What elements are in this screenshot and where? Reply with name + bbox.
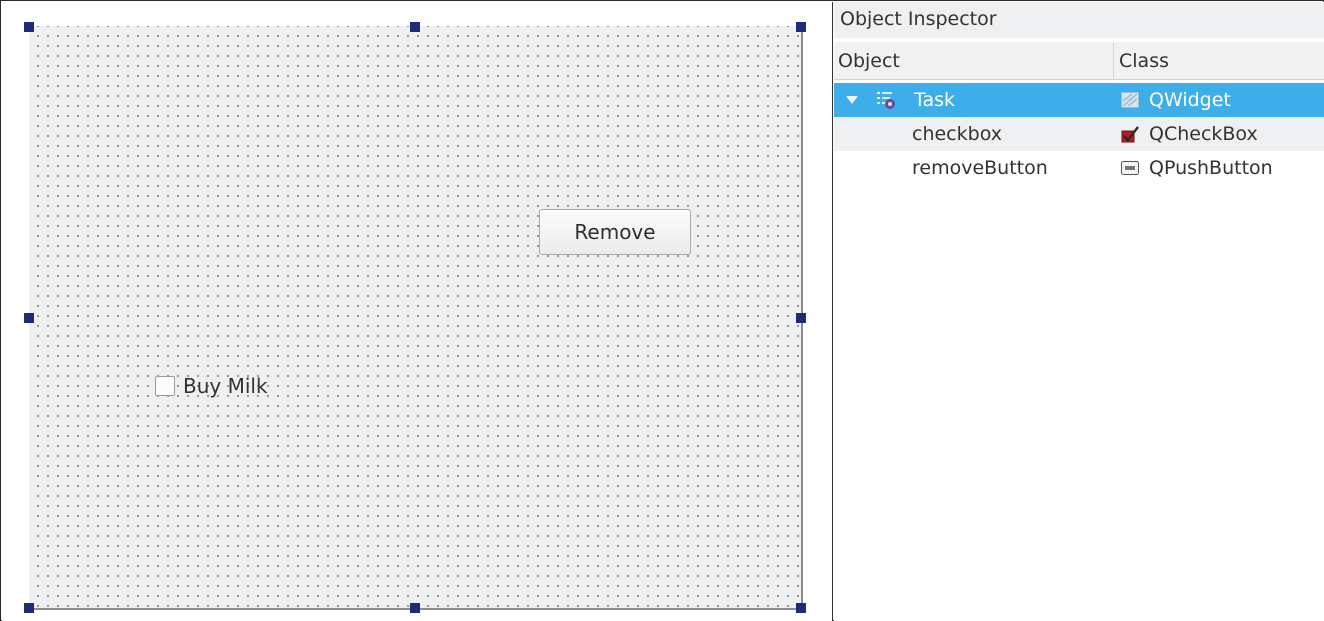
resize-handle-top-right[interactable] — [796, 22, 806, 32]
object-name: Task — [914, 89, 956, 111]
class-name: QPushButton — [1149, 157, 1273, 179]
widget-icon — [1121, 92, 1139, 108]
form-editor: Remove Buy Milk — [2, 2, 833, 621]
buy-milk-checkbox[interactable]: Buy Milk — [155, 372, 268, 400]
tree-row-task[interactable]: Task QWidget — [834, 83, 1324, 117]
resize-handle-right[interactable] — [796, 313, 806, 323]
resize-handle-bottom-right[interactable] — [796, 603, 806, 613]
resize-handle-top-left[interactable] — [24, 22, 34, 32]
checkbox-label: Buy Milk — [183, 374, 268, 398]
column-separator[interactable] — [1113, 42, 1114, 80]
column-header-class[interactable]: Class — [1119, 42, 1169, 80]
inspector-header: Object Class — [834, 42, 1324, 80]
object-inspector: Object Inspector Object Class Task QWidg… — [834, 2, 1324, 621]
column-header-object[interactable]: Object — [838, 42, 900, 80]
expand-arrow-icon[interactable] — [846, 96, 858, 104]
designer-window: Remove Buy Milk Object Inspector Object … — [0, 0, 1324, 621]
resize-handle-bottom[interactable] — [410, 603, 420, 613]
remove-button[interactable]: Remove — [539, 209, 691, 255]
resize-handle-left[interactable] — [24, 313, 34, 323]
tree-row-remove-button[interactable]: removeButton QPushButton — [834, 151, 1324, 185]
object-name: removeButton — [912, 157, 1048, 179]
resize-handle-bottom-left[interactable] — [24, 603, 34, 613]
form-canvas[interactable]: Remove Buy Milk — [29, 26, 803, 610]
class-name: QCheckBox — [1149, 123, 1258, 145]
checkbox-indicator[interactable] — [155, 376, 175, 396]
object-name: checkbox — [912, 123, 1002, 145]
inspector-title: Object Inspector — [834, 2, 1324, 38]
checkbox-icon — [1121, 126, 1139, 143]
tree-row-checkbox[interactable]: checkbox QCheckBox — [834, 117, 1324, 151]
pushbutton-icon — [1121, 161, 1139, 175]
resize-handle-top[interactable] — [410, 22, 420, 32]
class-name: QWidget — [1149, 89, 1231, 111]
form-widget-icon — [877, 92, 895, 109]
